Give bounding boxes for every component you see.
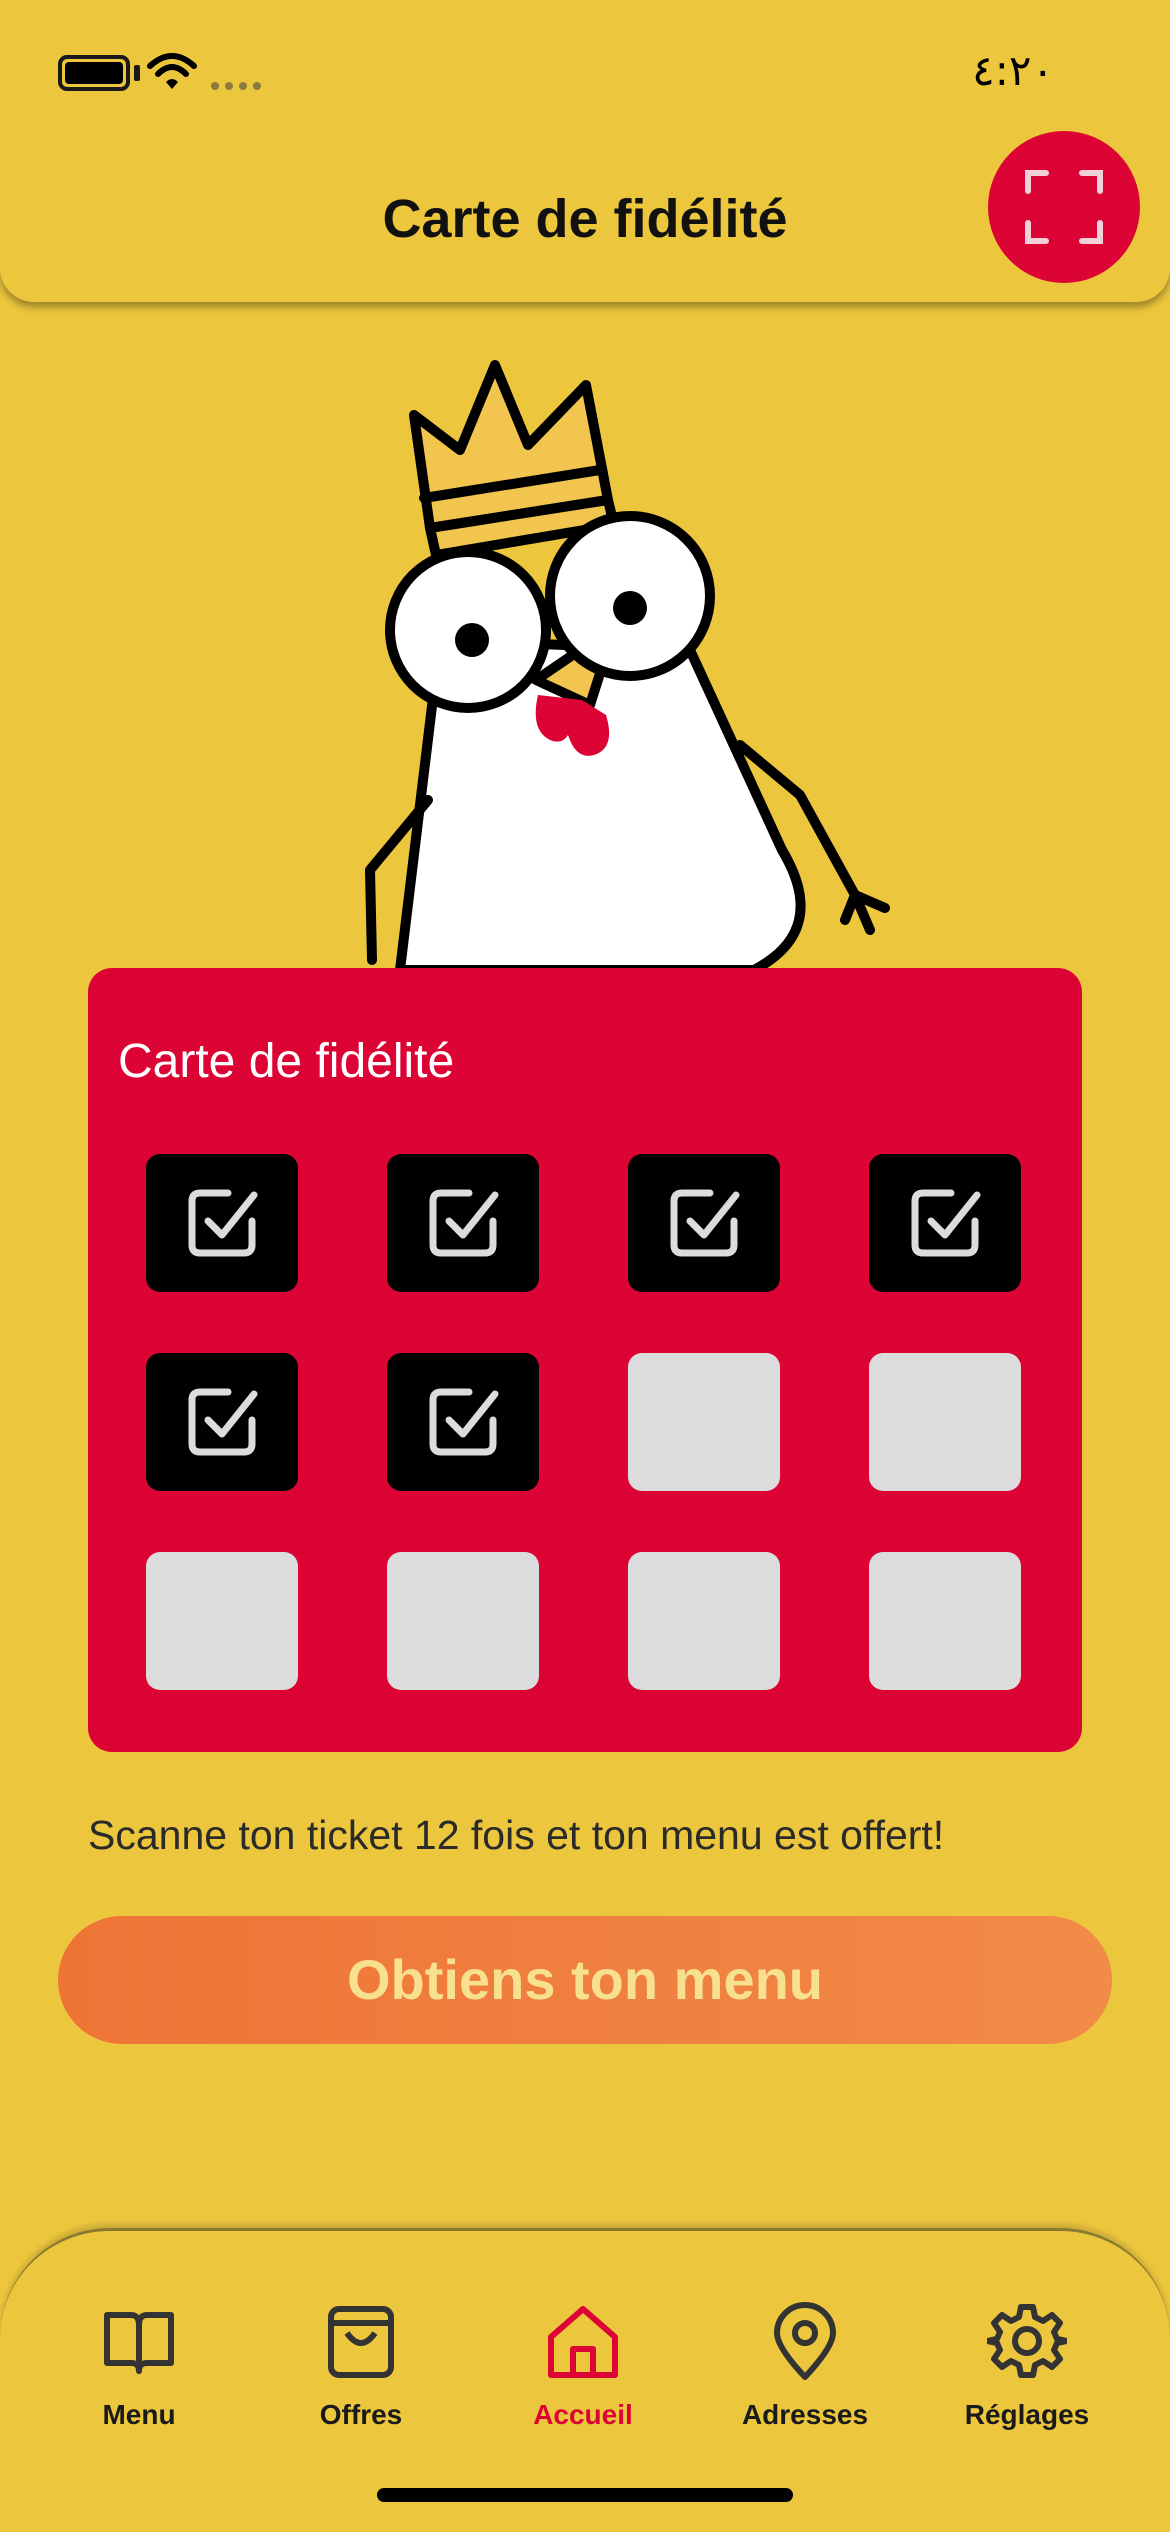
card-title: Carte de fidélité [118,1035,455,1088]
stamp-empty [387,1552,539,1690]
scan-button[interactable] [988,131,1140,283]
stamp-empty [869,1353,1021,1491]
checkbox-checked-icon [429,1388,499,1456]
stamp-collected [146,1154,298,1292]
loyalty-card: Carte de fidélité [88,968,1082,1752]
tab-menu-label: Menu [102,2399,176,2430]
tab-bar: Menu Offres Accueil Adresses Réglages [0,2228,1170,2532]
status-time: ٤:٢٠ [972,46,1054,95]
tab-menu[interactable]: Menu [39,2301,239,2431]
tab-accueil-label: Accueil [533,2399,633,2430]
tab-accueil[interactable]: Accueil [483,2301,683,2431]
location-pin-icon [774,2302,836,2380]
signal-icon [211,82,261,90]
stamp-empty [146,1552,298,1690]
instructions-text: Scanne ton ticket 12 fois et ton menu es… [88,1812,945,1858]
checkbox-checked-icon [188,1189,258,1257]
chicken-mascot-illustration [365,360,890,975]
stamp-collected [869,1154,1021,1292]
tab-adresses-label: Adresses [741,2399,869,2430]
status-bar: ٤:٢٠ [0,0,1170,140]
stamp-collected [146,1353,298,1491]
tab-reglages-label: Réglages [964,2399,1090,2430]
stamp-collected [628,1154,780,1292]
book-icon [104,2312,174,2374]
tab-reglages[interactable]: Réglages [927,2301,1127,2431]
wifi-icon [147,53,197,89]
stamp-empty [628,1552,780,1690]
tab-adresses[interactable]: Adresses [705,2301,905,2431]
tab-offres-label: Offres [319,2399,403,2430]
stamp-empty [869,1552,1021,1690]
checkbox-checked-icon [911,1189,981,1257]
loyalty-card-screen: ٤:٢٠ Carte de fidélité Carte de fidélité… [0,0,1170,2532]
checkbox-checked-icon [670,1189,740,1257]
bag-icon [328,2306,394,2378]
stamp-empty [628,1353,780,1491]
checkbox-checked-icon [188,1388,258,1456]
tab-offres[interactable]: Offres [261,2301,461,2431]
home-icon [548,2306,618,2378]
get-menu-button[interactable]: Obtiens ton menu [58,1916,1112,2044]
home-indicator [377,2488,793,2502]
stamp-collected [387,1154,539,1292]
checkbox-checked-icon [429,1189,499,1257]
battery-icon [58,55,130,91]
gear-icon [987,2304,1067,2378]
stamp-collected [387,1353,539,1491]
scan-frame-icon [1025,170,1103,244]
battery-tip [134,65,140,81]
